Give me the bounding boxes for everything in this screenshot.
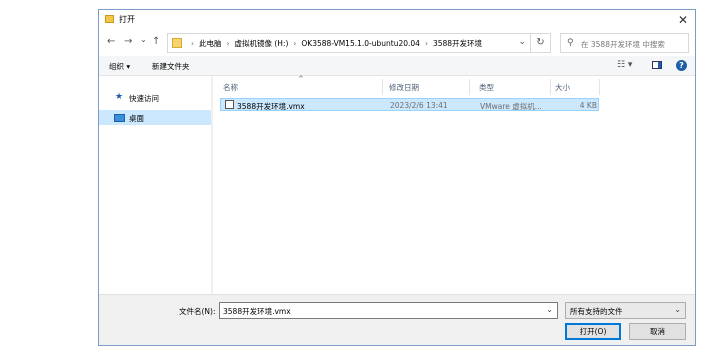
- title-bar: 打开 ✕: [99, 10, 695, 30]
- folder-icon: [172, 38, 182, 48]
- new-folder-button[interactable]: 新建文件夹: [152, 61, 190, 72]
- organize-button[interactable]: 组织 ▾: [109, 61, 130, 72]
- column-header-modified[interactable]: 修改日期: [389, 82, 419, 93]
- search-input[interactable]: ⚲ 在 3588开发环境 中搜索: [560, 33, 689, 53]
- vmx-file-icon: [225, 100, 234, 109]
- back-arrow-icon[interactable]: ←: [107, 37, 115, 47]
- cancel-button[interactable]: 取消: [629, 323, 686, 340]
- breadcrumb-vm-folder[interactable]: OK3588-VM15.1.0-ubuntu20.04: [301, 39, 420, 48]
- chevron-down-icon[interactable]: ⌄: [546, 305, 553, 314]
- desktop-icon: [114, 114, 125, 122]
- forward-arrow-icon[interactable]: →: [124, 37, 132, 47]
- pin-icon: ★: [115, 92, 124, 102]
- chevron-down-icon[interactable]: ⌄: [518, 37, 526, 47]
- breadcrumb: › 此电脑 › 虚拟机镜像 (H:) › OK3588-VM15.1.0-ubuntu20…: [186, 38, 482, 49]
- column-divider[interactable]: [382, 79, 383, 95]
- open-button[interactable]: 打开(O): [565, 323, 621, 340]
- column-header-type[interactable]: 类型: [479, 82, 494, 93]
- sort-ascending-icon: ^: [298, 75, 304, 83]
- recent-locations-icon[interactable]: ⌄: [140, 35, 147, 45]
- search-placeholder: 在 3588开发环境 中搜索: [581, 40, 665, 49]
- breadcrumb-drive[interactable]: 虚拟机镜像 (H:): [235, 39, 289, 48]
- file-type-value: 所有支持的文件: [570, 307, 623, 316]
- sidebar-item-desktop[interactable]: 桌面: [99, 110, 211, 125]
- refresh-icon[interactable]: ↻: [531, 33, 551, 53]
- column-divider[interactable]: [599, 79, 600, 95]
- file-list: ^ 名称 修改日期 类型 大小 3588开发环境.vmx 2023/2/6 13…: [213, 75, 695, 294]
- navigation-bar: ← → ⌄ ↑ › 此电脑 › 虚拟机镜像 (H:) › OK3588-VM15.1.0-…: [99, 30, 695, 56]
- help-icon[interactable]: ?: [676, 60, 687, 71]
- command-toolbar: 组织 ▾ 新建文件夹 ☷ ▾ ?: [99, 56, 695, 76]
- address-bar[interactable]: › 此电脑 › 虚拟机镜像 (H:) › OK3588-VM15.1.0-ubuntu20…: [167, 33, 531, 53]
- preview-pane-icon[interactable]: [652, 61, 662, 69]
- folder-icon: [105, 15, 114, 23]
- column-divider[interactable]: [550, 79, 551, 95]
- search-icon: ⚲: [567, 38, 574, 48]
- window-title: 打开: [119, 15, 135, 24]
- file-modified: 2023/2/6 13:41: [390, 101, 448, 110]
- up-arrow-icon[interactable]: ↑: [152, 37, 160, 47]
- sidebar-item-quick-access[interactable]: ★ 快速访问: [99, 90, 211, 105]
- table-row[interactable]: 3588开发环境.vmx 2023/2/6 13:41 VMware 虚拟机..…: [220, 98, 599, 111]
- filename-input[interactable]: 3588开发环境.vmx ⌄: [219, 302, 558, 319]
- view-options-icon[interactable]: ☷ ▾: [617, 60, 632, 70]
- sidebar-item-label: 快速访问: [129, 94, 159, 103]
- chevron-right-icon: ›: [191, 39, 194, 48]
- file-name: 3588开发环境.vmx: [237, 102, 305, 111]
- sidebar-item-label: 桌面: [129, 114, 144, 123]
- breadcrumb-this-pc[interactable]: 此电脑: [199, 39, 222, 48]
- chevron-right-icon[interactable]: ›: [227, 39, 230, 48]
- bottom-panel: 文件名(N): 3588开发环境.vmx ⌄ 所有支持的文件 ⌄ 打开(O) 取…: [99, 294, 695, 345]
- chevron-right-icon[interactable]: ›: [425, 39, 428, 48]
- column-header-name[interactable]: 名称: [223, 82, 238, 93]
- close-icon[interactable]: ✕: [675, 12, 691, 28]
- file-type-select[interactable]: 所有支持的文件 ⌄: [565, 302, 686, 319]
- filename-label: 文件名(N):: [179, 307, 216, 316]
- file-size: 4 KB: [579, 101, 597, 110]
- filename-value: 3588开发环境.vmx: [223, 307, 291, 316]
- breadcrumb-current-folder[interactable]: 3588开发环境: [433, 39, 482, 48]
- file-type: VMware 虚拟机...: [480, 102, 542, 111]
- navigation-pane: ★ 快速访问 桌面: [99, 76, 211, 294]
- chevron-down-icon: ⌄: [674, 305, 681, 314]
- chevron-right-icon[interactable]: ›: [293, 39, 296, 48]
- column-divider[interactable]: [469, 79, 470, 95]
- open-file-dialog: 打开 ✕ ← → ⌄ ↑ › 此电脑 › 虚拟机镜像 (H:) › OK3588-VM15…: [98, 9, 696, 346]
- column-header-size[interactable]: 大小: [555, 82, 570, 93]
